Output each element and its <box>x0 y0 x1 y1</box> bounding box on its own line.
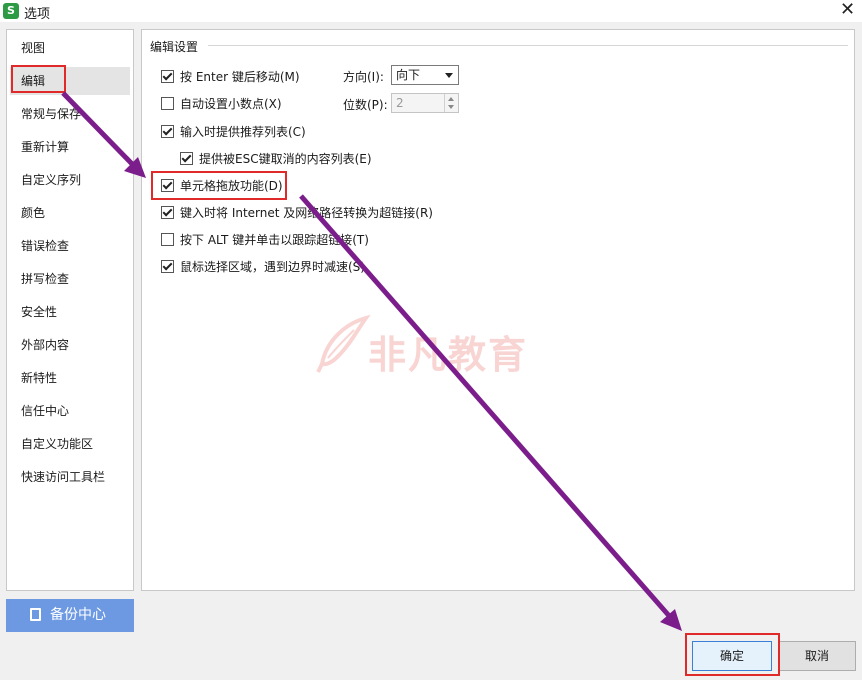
option-drag-drop[interactable]: 单元格拖放功能(D) <box>161 176 283 194</box>
sidebar-item-recalculate[interactable]: 重新计算 <box>10 133 130 161</box>
sidebar-item-quick-access[interactable]: 快速访问工具栏 <box>10 463 130 491</box>
places-label: 位数(P): <box>343 98 388 112</box>
feather-logo-icon <box>316 314 370 373</box>
option-autocomplete[interactable]: 输入时提供推荐列表(C) <box>161 122 306 140</box>
section-title: 编辑设置 <box>150 40 199 54</box>
checkbox-slow-select[interactable] <box>161 259 174 273</box>
backup-center-button[interactable]: 备份中心 <box>6 599 134 632</box>
option-autocomplete-label: 输入时提供推荐列表(C) <box>180 124 306 139</box>
sidebar-item-security[interactable]: 安全性 <box>10 298 130 326</box>
option-slow-select-label: 鼠标选择区域，遇到边界时减速(S) <box>180 259 365 274</box>
option-hyperlink-label: 键入时将 Internet 及网络路径转换为超链接(R) <box>180 205 433 220</box>
option-enter-move-label: 按 Enter 键后移动(M) <box>180 69 300 84</box>
close-icon[interactable]: ✕ <box>840 0 855 20</box>
sidebar-item-general-save[interactable]: 常规与保存 <box>10 100 130 128</box>
ok-button[interactable]: 确定 <box>692 641 772 671</box>
sidebar-item-external-content[interactable]: 外部内容 <box>10 331 130 359</box>
stepper-down-icon <box>448 105 454 109</box>
option-slow-select[interactable]: 鼠标选择区域，遇到边界时减速(S) <box>161 257 365 275</box>
backup-icon <box>30 608 41 621</box>
option-esc-list[interactable]: 提供被ESC键取消的内容列表(E) <box>180 149 372 167</box>
watermark-text: 非凡教育 <box>368 333 529 377</box>
checkbox-auto-decimal[interactable] <box>161 96 174 110</box>
direction-label: 方向(I): <box>343 70 384 84</box>
window-title: 选项 <box>24 7 51 22</box>
option-alt-click-label: 按下 ALT 键并单击以跟踪超链接(T) <box>180 232 369 247</box>
option-alt-click[interactable]: 按下 ALT 键并单击以跟踪超链接(T) <box>161 230 369 248</box>
sidebar: 视图 编辑 常规与保存 重新计算 自定义序列 颜色 错误检查 拼写检查 安全性 … <box>6 29 134 591</box>
sidebar-item-spell-check[interactable]: 拼写检查 <box>10 265 130 293</box>
sidebar-item-custom-lists[interactable]: 自定义序列 <box>10 166 130 194</box>
checkbox-autocomplete[interactable] <box>161 124 174 138</box>
option-drag-drop-label: 单元格拖放功能(D) <box>180 178 283 193</box>
checkbox-hyperlink[interactable] <box>161 205 174 219</box>
title-bar: S 选项 ✕ <box>0 0 862 22</box>
sidebar-item-custom-ribbon[interactable]: 自定义功能区 <box>10 430 130 458</box>
cancel-button[interactable]: 取消 <box>778 641 856 671</box>
option-esc-list-label: 提供被ESC键取消的内容列表(E) <box>199 151 372 166</box>
sidebar-item-new-features[interactable]: 新特性 <box>10 364 130 392</box>
option-auto-decimal-label: 自动设置小数点(X) <box>180 96 282 111</box>
chevron-down-icon <box>445 73 453 78</box>
places-stepper: 2 <box>391 93 459 113</box>
places-value: 2 <box>396 96 404 110</box>
watermark: 非凡教育 <box>314 314 554 384</box>
option-hyperlink[interactable]: 键入时将 Internet 及网络路径转换为超链接(R) <box>161 203 433 221</box>
backup-center-label: 备份中心 <box>50 607 106 623</box>
stepper-buttons <box>444 94 458 112</box>
sidebar-item-error-check[interactable]: 错误检查 <box>10 232 130 260</box>
option-enter-move[interactable]: 按 Enter 键后移动(M) <box>161 67 300 85</box>
arrowhead-ok <box>660 609 682 631</box>
stepper-up-icon <box>448 97 454 101</box>
sidebar-item-edit[interactable]: 编辑 <box>10 67 130 95</box>
edit-settings-panel: 编辑设置 按 Enter 键后移动(M) 方向(I): 向下 自动设置小数点(X… <box>141 29 855 591</box>
sidebar-item-trust-center[interactable]: 信任中心 <box>10 397 130 425</box>
direction-value: 向下 <box>396 68 421 82</box>
option-auto-decimal[interactable]: 自动设置小数点(X) <box>161 94 282 112</box>
app-icon: S <box>3 3 19 19</box>
sidebar-item-color[interactable]: 颜色 <box>10 199 130 227</box>
section-divider <box>208 45 848 46</box>
checkbox-esc-list[interactable] <box>180 151 193 165</box>
checkbox-alt-click[interactable] <box>161 232 174 246</box>
direction-select[interactable]: 向下 <box>391 65 459 85</box>
sidebar-item-view[interactable]: 视图 <box>10 34 130 62</box>
checkbox-enter-move[interactable] <box>161 69 174 83</box>
checkbox-drag-drop[interactable] <box>161 178 174 192</box>
